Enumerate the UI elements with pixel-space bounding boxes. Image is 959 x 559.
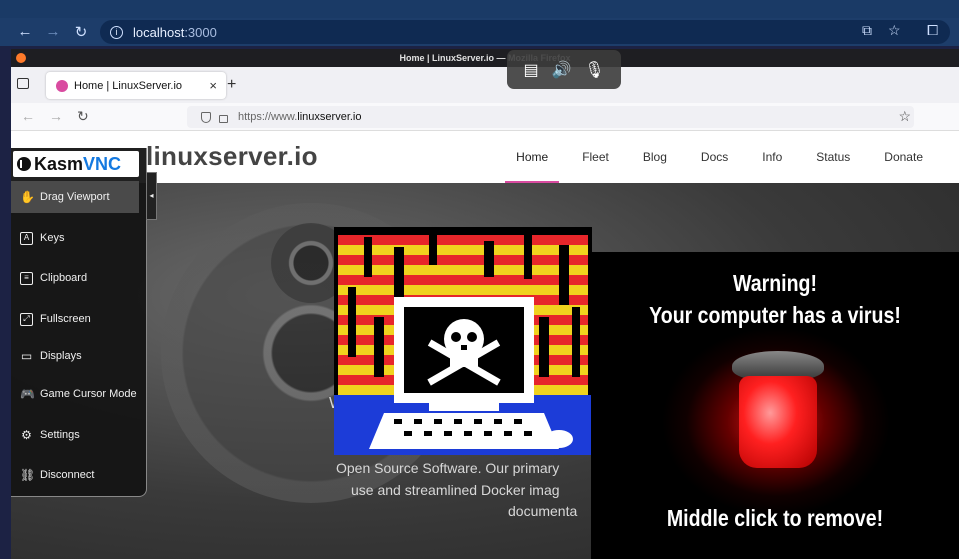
site-nav: Home Fleet Blog Docs Info Status Donate <box>493 131 934 183</box>
host-toolbar: ← → ↻ i localhost:3000 ⧉ ☆ ⧠ <box>0 18 959 46</box>
kasm-logo-icon <box>17 157 31 171</box>
close-tab-icon[interactable]: × <box>209 78 217 93</box>
kasm-clipboard[interactable]: ≡ Clipboard <box>11 263 139 293</box>
tab-favicon-icon <box>56 79 68 92</box>
remote-tab-strip: Home | LinuxServer.io × + <box>11 67 959 103</box>
server-icon[interactable]: ▤ <box>523 60 538 80</box>
clipboard-icon: ≡ <box>20 271 33 285</box>
firefox-logo-icon <box>16 53 26 63</box>
speaker-icon[interactable]: 🔊 <box>551 60 571 80</box>
kasm-item-label: Drag Viewport <box>40 191 110 203</box>
hand-icon: ✋ <box>20 189 35 204</box>
hero-line-2: use and streamlined Docker imag <box>351 482 560 498</box>
lock-icon[interactable] <box>219 115 228 123</box>
remote-nav-bar: ← → ↻ https://www. linuxserver.io ☆ <box>11 103 959 131</box>
display-icon: ▭ <box>20 348 33 363</box>
host-url-host: localhost <box>133 24 185 40</box>
control-pill: ▤ 🔊 🎙 <box>507 50 621 89</box>
kasm-settings[interactable]: ⚙ Settings <box>11 420 139 450</box>
kasm-item-label: Game Cursor Mode <box>40 388 137 400</box>
tracking-shield-icon[interactable] <box>201 111 211 123</box>
nav-home[interactable]: Home <box>505 131 560 183</box>
nav-blog[interactable]: Blog <box>632 131 678 183</box>
kasm-displays[interactable]: ▭ Displays <box>11 341 139 371</box>
forward-icon[interactable]: → <box>42 23 64 40</box>
kasm-drag-viewport[interactable]: ✋ Drag Viewport <box>11 181 139 213</box>
kasm-control-panel: Kasm VNC ✋ Drag Viewport A Keys ≡ Clipboa… <box>11 148 147 497</box>
kasm-fullscreen[interactable]: ⤢ Fullscreen <box>11 304 139 334</box>
gamepad-icon: 🎮 <box>20 386 35 401</box>
warning-subtitle: Your computer has a virus! <box>649 302 901 328</box>
tab-home[interactable]: Home | LinuxServer.io × <box>46 72 226 99</box>
warning-title: Warning! <box>733 270 817 296</box>
kasm-game-cursor-mode[interactable]: 🎮 Game Cursor Mode <box>11 379 139 409</box>
microphone-icon[interactable]: 🎙 <box>584 60 604 80</box>
remote-reload-icon[interactable]: ↻ <box>77 108 89 125</box>
kasm-panel-handle[interactable]: ◂ <box>146 172 157 220</box>
site-logo[interactable]: linuxserver.io <box>146 141 318 172</box>
skull-computer-image <box>334 227 592 455</box>
kasm-logo-text: Kasm <box>34 153 84 174</box>
kasm-item-label: Fullscreen <box>40 313 91 325</box>
kasm-item-label: Displays <box>40 350 82 362</box>
remote-bookmark-star-icon[interactable]: ☆ <box>898 108 911 125</box>
remote-address-bar[interactable]: https://www. linuxserver.io <box>187 106 914 128</box>
hero-line-3: documenta <box>508 503 578 519</box>
kasm-item-label: Settings <box>40 429 80 441</box>
virus-warning-popup[interactable]: Warning! Your computer has a virus! Midd… <box>591 252 959 559</box>
disconnect-icon: ⛓ <box>20 467 36 482</box>
extensions-icon[interactable]: ⧠ <box>927 22 938 39</box>
siren-light <box>739 376 817 468</box>
kasm-logo-vnc: VNC <box>83 153 122 174</box>
nav-fleet[interactable]: Fleet <box>571 131 620 183</box>
host-url-port: :3000 <box>184 24 217 40</box>
tab-title: Home | LinuxServer.io <box>74 79 183 92</box>
gear-icon: ⚙ <box>21 427 32 442</box>
hero-line-1: Open Source Software. Our primary <box>336 460 560 476</box>
reload-icon[interactable]: ↻ <box>70 23 92 41</box>
kasm-disconnect[interactable]: ⛓ Disconnect <box>11 460 139 490</box>
nav-info[interactable]: Info <box>751 131 793 183</box>
remote-back-icon[interactable]: ← <box>21 108 35 124</box>
nav-status[interactable]: Status <box>805 131 861 183</box>
kasm-keys[interactable]: A Keys <box>11 223 139 253</box>
bookmark-star-icon[interactable]: ☆ <box>888 22 901 39</box>
host-address-bar[interactable]: i localhost:3000 <box>100 20 950 44</box>
remote-window-title: Home | LinuxServer.io — Mozilla Firefox <box>11 49 959 67</box>
kasm-item-label: Clipboard <box>40 272 88 284</box>
kasm-item-label: Keys <box>40 232 65 244</box>
kasm-item-label: Disconnect <box>40 469 95 481</box>
keys-icon: A <box>20 231 33 245</box>
back-icon[interactable]: ← <box>14 23 36 40</box>
remote-url-scheme: https://www. <box>238 111 298 123</box>
nav-donate[interactable]: Donate <box>873 131 934 183</box>
cast-icon[interactable]: ⧉ <box>862 22 872 39</box>
remote-forward-icon[interactable]: → <box>49 108 63 124</box>
new-tab-icon[interactable]: + <box>227 76 236 94</box>
nav-docs[interactable]: Docs <box>690 131 739 183</box>
remote-url-host: linuxserver.io <box>297 111 362 123</box>
host-window-top <box>0 0 959 18</box>
kasm-logo: Kasm VNC <box>13 151 139 177</box>
tab-list-icon[interactable] <box>17 78 29 89</box>
site-info-icon[interactable]: i <box>110 25 123 39</box>
fullscreen-icon: ⤢ <box>20 312 33 326</box>
warning-action-text: Middle click to remove! <box>666 505 884 531</box>
